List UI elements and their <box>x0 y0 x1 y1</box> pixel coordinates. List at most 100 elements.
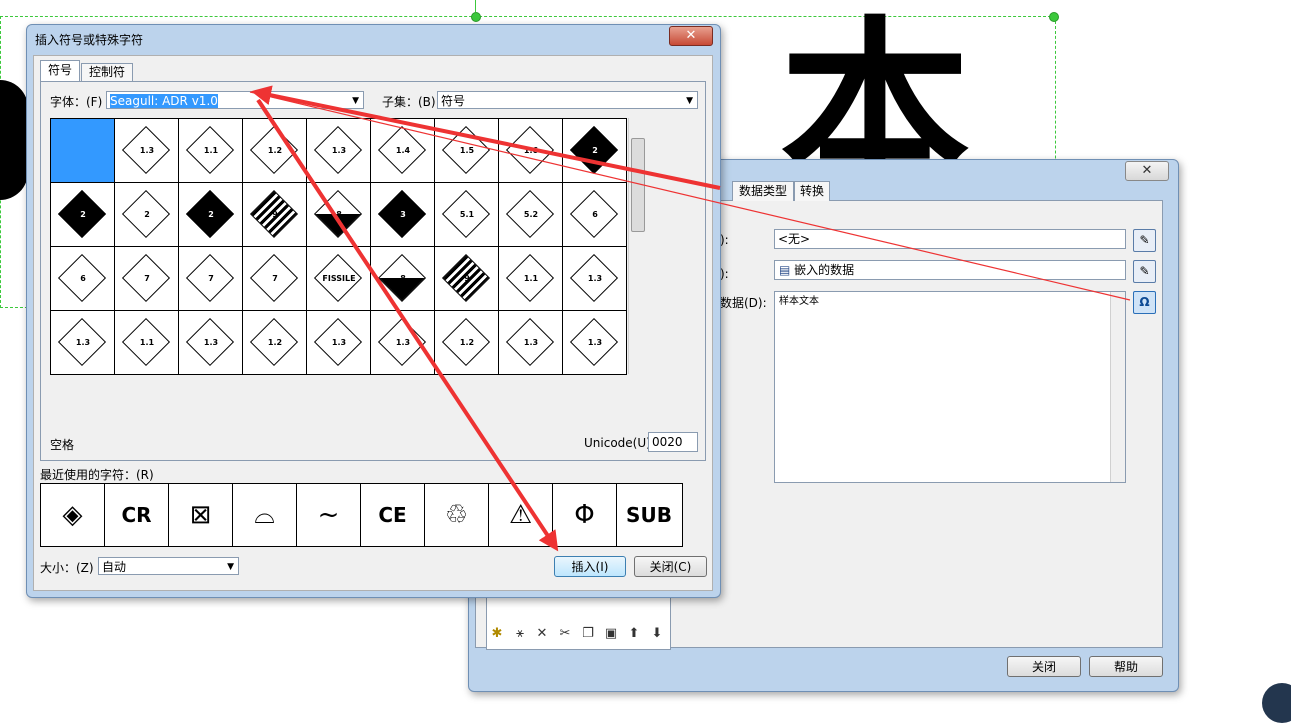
symbol-cell[interactable]: 1.4 <box>371 119 435 183</box>
symbol-cell[interactable]: 1.3 <box>563 247 627 311</box>
row1-label: ): <box>720 233 729 247</box>
hazard-class-label: 1.3 <box>75 338 91 347</box>
symbol-cell[interactable]: 2 <box>563 119 627 183</box>
symbol-cell[interactable] <box>51 119 115 183</box>
chevron-down-icon: ▼ <box>352 96 359 106</box>
tab-convert[interactable]: 转换 <box>794 181 830 201</box>
size-dropdown[interactable]: 自动 ▼ <box>98 557 239 575</box>
symbol-cell[interactable]: 9 <box>243 183 307 247</box>
cut-icon[interactable]: ✂ <box>556 626 574 642</box>
recent-char-glyph: ⌓ <box>254 500 275 530</box>
symbol-cell[interactable]: 2 <box>51 183 115 247</box>
recent-char-glyph: ⚠ <box>508 500 533 530</box>
symbol-cell[interactable]: 6 <box>563 183 627 247</box>
insert-button[interactable]: 插入(I) <box>554 556 626 577</box>
subset-dropdown[interactable]: 符号 ▼ <box>437 91 698 109</box>
up-arrow-icon[interactable]: ⬆ <box>625 626 643 642</box>
hazard-class-label: 2 <box>144 210 150 219</box>
hazard-class-label: 1.2 <box>459 338 475 347</box>
omega-symbol-button[interactable]: Ω <box>1133 291 1156 314</box>
symbol-cell[interactable]: 1.2 <box>435 311 499 375</box>
type-field[interactable]: <无> <box>774 229 1126 249</box>
symbol-cell[interactable]: 6 <box>51 247 115 311</box>
symbol-cell[interactable]: 1.3 <box>179 311 243 375</box>
symbol-grid-scrollbar[interactable] <box>628 118 645 374</box>
symbol-cell[interactable]: 2 <box>179 183 243 247</box>
tab-data-type[interactable]: 数据类型 <box>732 181 794 201</box>
recent-char-cell[interactable]: Φ <box>553 484 617 546</box>
symbol-cell[interactable]: 1.3 <box>307 119 371 183</box>
recent-char-cell[interactable]: CE <box>361 484 425 546</box>
close-button[interactable]: 关闭(C) <box>634 556 707 577</box>
hazard-class-label: 1.6 <box>523 146 539 155</box>
symbol-cell[interactable]: 9 <box>435 247 499 311</box>
data-textarea[interactable]: 样本文本 <box>774 291 1126 483</box>
tab-control-chars[interactable]: 控制符 <box>81 63 133 81</box>
font-dropdown[interactable]: Seagull: ADR v1.0 ▼ <box>106 91 364 109</box>
recent-char-glyph: CR <box>121 503 152 527</box>
symbol-cell[interactable]: 5.1 <box>435 183 499 247</box>
row2-label: ): <box>720 267 729 281</box>
symbol-cell[interactable]: 7 <box>115 247 179 311</box>
symbol-cell[interactable]: 2 <box>115 183 179 247</box>
down-arrow-icon[interactable]: ⬇ <box>648 626 666 642</box>
insert-dialog-close-icon[interactable]: ✕ <box>669 26 713 46</box>
symbol-cell[interactable]: 8 <box>307 183 371 247</box>
properties-help-button[interactable]: 帮助 <box>1089 656 1163 677</box>
data-scrollbar[interactable] <box>1110 292 1125 482</box>
symbol-cell[interactable]: 8 <box>371 247 435 311</box>
edit-icon-2[interactable]: ✎ <box>1133 260 1156 283</box>
hazard-class-label: 1.1 <box>523 274 539 283</box>
recent-char-cell[interactable]: ◈ <box>41 484 105 546</box>
symbol-cell[interactable]: 5.2 <box>499 183 563 247</box>
edit-icon-1[interactable]: ✎ <box>1133 229 1156 252</box>
selection-handle-top[interactable] <box>471 12 481 22</box>
symbol-cell[interactable]: 1.3 <box>51 311 115 375</box>
size-label: 大小：(Z) <box>40 561 94 575</box>
tab-symbols[interactable]: 符号 <box>40 60 80 82</box>
symbol-cell[interactable]: 1.3 <box>307 311 371 375</box>
properties-close-icon[interactable]: ✕ <box>1125 161 1169 181</box>
symbol-cell[interactable]: 3 <box>371 183 435 247</box>
wand-icon[interactable]: ⚹ <box>511 626 529 642</box>
font-value: Seagull: ADR v1.0 <box>110 94 218 108</box>
chevron-down-icon: ▼ <box>686 96 693 106</box>
hazard-class-label: FISSILE <box>322 274 356 283</box>
new-icon[interactable]: ✱ <box>488 626 506 642</box>
recent-char-glyph: SUB <box>626 503 672 527</box>
recent-char-cell[interactable]: ⊠ <box>169 484 233 546</box>
symbol-cell[interactable]: 1.3 <box>563 311 627 375</box>
recent-char-cell[interactable]: SUB <box>617 484 681 546</box>
symbol-cell[interactable]: 7 <box>179 247 243 311</box>
symbol-cell[interactable]: 1.1 <box>499 247 563 311</box>
data-field[interactable]: ▤ 嵌入的数据 <box>774 260 1126 280</box>
recent-char-cell[interactable]: ♲ <box>425 484 489 546</box>
symbol-cell[interactable]: 1.1 <box>115 311 179 375</box>
selection-handle-top-right[interactable] <box>1049 12 1059 22</box>
recent-char-cell[interactable]: ⌓ <box>233 484 297 546</box>
unicode-input[interactable]: 0020 <box>648 432 698 452</box>
recent-char-cell[interactable]: ~ <box>297 484 361 546</box>
symbol-cell[interactable]: 1.2 <box>243 119 307 183</box>
symbol-cell[interactable]: 1.5 <box>435 119 499 183</box>
symbol-cell[interactable]: 1.3 <box>371 311 435 375</box>
hazard-class-label: 2 <box>592 146 598 155</box>
delete-icon[interactable]: ✕ <box>533 626 551 642</box>
copy-icon[interactable]: ❐ <box>579 626 597 642</box>
symbol-cell[interactable]: 1.3 <box>115 119 179 183</box>
hazard-class-label: 8 <box>336 210 342 219</box>
recent-char-cell[interactable]: CR <box>105 484 169 546</box>
properties-close-button[interactable]: 关闭 <box>1007 656 1081 677</box>
symbol-cell[interactable]: 1.1 <box>179 119 243 183</box>
recent-char-cell[interactable]: ⚠ <box>489 484 553 546</box>
symbol-cell[interactable]: FISSILE <box>307 247 371 311</box>
symbol-cell[interactable]: 1.3 <box>499 311 563 375</box>
symbol-cell[interactable]: 7 <box>243 247 307 311</box>
scrollbar-thumb[interactable] <box>631 138 645 232</box>
paste-icon[interactable]: ▣ <box>602 626 620 642</box>
hazard-class-label: 1.3 <box>395 338 411 347</box>
hazard-class-label: 1.3 <box>331 146 347 155</box>
symbol-cell[interactable]: 1.2 <box>243 311 307 375</box>
size-value: 自动 <box>102 560 127 574</box>
symbol-cell[interactable]: 1.6 <box>499 119 563 183</box>
